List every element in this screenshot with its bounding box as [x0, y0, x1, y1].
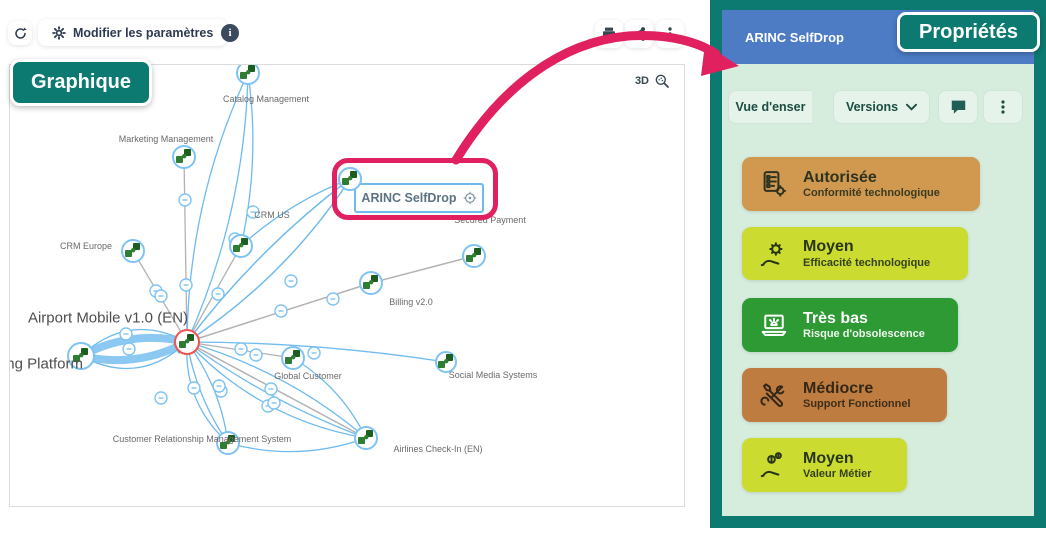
- selected-node-label-box[interactable]: ARINC SelfDrop: [354, 183, 484, 213]
- graph-node-crmus[interactable]: [230, 235, 252, 257]
- graph-canvas[interactable]: Catalog ManagementMarketing ManagementCR…: [9, 64, 685, 507]
- panel-kebab-button[interactable]: [983, 90, 1023, 124]
- selected-node-label: ARINC SelfDrop: [361, 191, 456, 205]
- edge-minus-badge[interactable]: [120, 328, 132, 340]
- card-title: Moyen: [803, 238, 930, 256]
- properties-panel: ARINC SelfDrop Propriétés Vue d'enser Ve…: [710, 0, 1046, 528]
- graph-node-catalog[interactable]: [237, 65, 259, 84]
- share-icon: [631, 26, 647, 42]
- graph-edge: [187, 73, 248, 342]
- status-card-efficacite[interactable]: Moyen Efficacité technologique: [742, 227, 968, 280]
- proprietes-annotation-badge: Propriétés: [897, 12, 1040, 52]
- tab-versions-label: Versions: [846, 100, 898, 114]
- info-icon[interactable]: i: [221, 24, 239, 42]
- edge-minus-badge[interactable]: [250, 349, 262, 361]
- refresh-icon: [13, 26, 28, 41]
- edge-minus-badge[interactable]: [179, 194, 191, 206]
- card-subtitle: Efficacité technologique: [803, 257, 930, 269]
- zoom-icon[interactable]: [654, 73, 670, 89]
- print-button[interactable]: [595, 20, 623, 48]
- mode-3d-label[interactable]: 3D: [635, 75, 649, 87]
- card-text: Moyen Valeur Métier: [803, 450, 871, 480]
- edge-minus-badge[interactable]: [213, 380, 225, 392]
- share-button[interactable]: [625, 20, 653, 48]
- hand-gear-icon: [759, 239, 789, 269]
- graph-node-airlines[interactable]: [355, 427, 377, 449]
- status-card-support[interactable]: Médiocre Support Fonctionnel: [742, 368, 947, 422]
- graph-edge: [187, 179, 350, 342]
- card-title: Très bas: [803, 310, 925, 328]
- card-title: Autorisée: [803, 169, 940, 187]
- laptop-alert-icon: [759, 310, 789, 340]
- tab-versions-dropdown[interactable]: Versions: [833, 90, 930, 124]
- edge-minus-badge[interactable]: [180, 279, 192, 291]
- modify-parameters-button[interactable]: Modifier les paramètres: [38, 19, 227, 46]
- graph-svg: [10, 65, 685, 507]
- graph-node-hub[interactable]: [175, 330, 199, 354]
- graph-edge: [187, 179, 350, 342]
- graph-node-secured[interactable]: [463, 245, 485, 267]
- tab-overview[interactable]: Vue d'enser: [728, 90, 812, 124]
- graph-node-global[interactable]: [282, 347, 304, 369]
- edge-minus-badge[interactable]: [265, 383, 277, 395]
- card-subtitle: Conformité technologique: [803, 187, 940, 199]
- card-text: Autorisée Conformité technologique: [803, 169, 940, 199]
- edge-minus-badge[interactable]: [235, 343, 247, 355]
- edge-minus-badge[interactable]: [188, 382, 200, 394]
- status-card-valeur[interactable]: Moyen Valeur Métier: [742, 438, 907, 492]
- graph-edge: [184, 157, 187, 342]
- edge-minus-badge[interactable]: [155, 290, 167, 302]
- graph-edge: [187, 73, 248, 342]
- status-card-conformite[interactable]: Autorisée Conformité technologique: [742, 157, 980, 211]
- panel-body: Vue d'enser Versions: [722, 64, 1034, 516]
- edge-minus-badge[interactable]: [308, 347, 320, 359]
- comment-icon: [950, 99, 967, 115]
- edge-minus-badge[interactable]: [275, 305, 287, 317]
- card-title: Moyen: [803, 450, 871, 468]
- card-subtitle: Risque d'obsolescence: [803, 328, 925, 340]
- card-text: Médiocre Support Fonctionnel: [803, 380, 911, 410]
- edge-minus-badge[interactable]: [268, 397, 280, 409]
- target-icon[interactable]: [463, 191, 477, 205]
- print-icon: [601, 26, 617, 42]
- graph-node-crms[interactable]: [217, 432, 239, 454]
- card-text: Moyen Efficacité technologique: [803, 238, 930, 268]
- graphique-annotation-badge: Graphique: [10, 59, 152, 106]
- graph-edge: [228, 438, 366, 452]
- status-card-obsolescence[interactable]: Très bas Risque d'obsolescence: [742, 298, 958, 352]
- edge-minus-badge[interactable]: [327, 293, 339, 305]
- comment-button[interactable]: [938, 90, 978, 124]
- edge-minus-badge[interactable]: [155, 392, 167, 404]
- tab-overview-label: Vue d'enser: [736, 100, 806, 114]
- kebab-menu-button[interactable]: [656, 20, 684, 48]
- kebab-icon: [663, 26, 677, 42]
- card-text: Très bas Risque d'obsolescence: [803, 310, 925, 340]
- graph-node-marketing[interactable]: [173, 146, 195, 168]
- edge-minus-badge[interactable]: [285, 275, 297, 287]
- graph-node-crmeurope[interactable]: [122, 240, 144, 262]
- card-subtitle: Support Fonctionnel: [803, 398, 911, 410]
- graph-edge: [371, 256, 474, 283]
- graph-node-platform[interactable]: [68, 343, 94, 369]
- tools-icon: [759, 380, 789, 410]
- hand-coins-icon: [759, 450, 789, 480]
- graph-node-social[interactable]: [436, 352, 456, 372]
- card-title: Médiocre: [803, 380, 911, 398]
- kebab-icon: [996, 99, 1010, 115]
- modify-parameters-label: Modifier les paramètres: [73, 26, 213, 40]
- gear-icon: [52, 26, 66, 40]
- card-subtitle: Valeur Métier: [803, 468, 871, 480]
- clipboard-gear-icon: [759, 169, 789, 199]
- graph-edge: [293, 358, 366, 438]
- refresh-button[interactable]: [8, 21, 32, 45]
- edge-minus-badge[interactable]: [247, 206, 259, 218]
- edge-minus-badge[interactable]: [123, 343, 135, 355]
- chevron-down-icon: [906, 103, 917, 111]
- panel-title: ARINC SelfDrop: [745, 30, 844, 45]
- graph-node-billing[interactable]: [360, 272, 382, 294]
- edge-minus-badge[interactable]: [212, 288, 224, 300]
